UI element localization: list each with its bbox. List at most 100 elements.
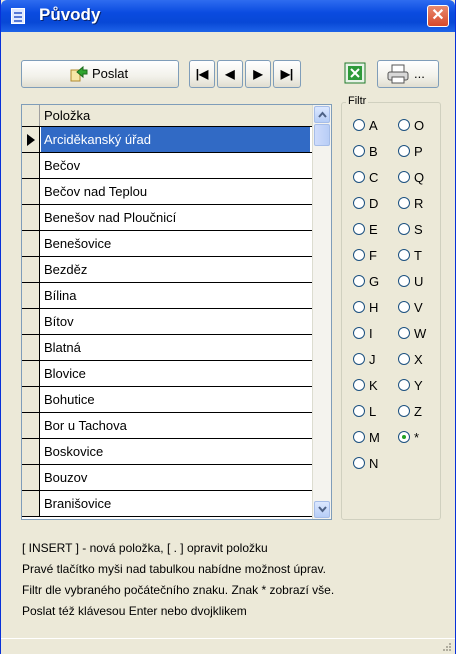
print-button[interactable]: ... [377, 60, 439, 88]
table-row[interactable]: Bílina [22, 283, 312, 309]
table-row[interactable]: Bítov [22, 309, 312, 335]
vertical-scrollbar[interactable] [312, 105, 331, 519]
item-name-cell[interactable]: Bílina [41, 283, 310, 308]
table-row[interactable]: Boskovice [22, 439, 312, 465]
radio-label: O [414, 118, 425, 133]
last-icon: ▶| [280, 67, 294, 81]
radio-circle[interactable] [353, 275, 365, 287]
item-name-cell[interactable]: Benešov nad Ploučnicí [41, 205, 310, 230]
row-indicator[interactable] [22, 231, 40, 256]
table-row[interactable]: Bohutice [22, 387, 312, 413]
radio-label: U [414, 274, 424, 289]
radio-circle[interactable] [398, 353, 410, 365]
radio-circle[interactable] [398, 119, 410, 131]
row-indicator[interactable] [22, 439, 40, 464]
table-row[interactable]: Bečov nad Teplou [22, 179, 312, 205]
radio-circle[interactable] [353, 171, 365, 183]
table-row[interactable]: Blatná [22, 335, 312, 361]
radio-circle[interactable] [398, 223, 410, 235]
row-indicator[interactable] [22, 465, 40, 490]
previous-record-button[interactable]: ◀ [217, 60, 243, 88]
next-record-button[interactable]: ▶ [245, 60, 271, 88]
item-name-cell[interactable]: Blovice [41, 361, 310, 386]
resize-grip-icon[interactable] [442, 642, 452, 652]
table-row[interactable]: Arciděkanský úřad [22, 127, 312, 153]
row-indicator[interactable] [22, 205, 40, 230]
radio-label: Y [414, 378, 423, 393]
radio-circle[interactable] [398, 275, 410, 287]
table-row[interactable]: Branišovice [22, 491, 312, 517]
row-indicator[interactable] [22, 179, 40, 204]
radio-circle[interactable] [353, 197, 365, 209]
radio-circle[interactable] [353, 145, 365, 157]
column-header-polozka[interactable]: Položka [44, 108, 90, 123]
row-indicator[interactable] [22, 283, 40, 308]
row-indicator[interactable] [22, 153, 40, 178]
row-indicator[interactable] [22, 491, 40, 516]
scroll-down-button[interactable] [314, 501, 330, 518]
item-name-cell[interactable]: Bor u Tachova [41, 413, 310, 438]
table-row[interactable]: Bečov [22, 153, 312, 179]
item-name-cell[interactable]: Blatná [41, 335, 310, 360]
print-options-label: ... [414, 66, 425, 81]
radio-circle[interactable] [398, 301, 410, 313]
item-name-cell[interactable]: Arciděkanský úřad [41, 127, 310, 152]
radio-circle[interactable] [398, 145, 410, 157]
excel-export-icon[interactable] [344, 62, 366, 84]
previous-icon: ◀ [225, 67, 235, 81]
table-row[interactable]: Blovice [22, 361, 312, 387]
radio-circle[interactable] [398, 405, 410, 417]
radio-label: * [414, 430, 420, 445]
radio-circle[interactable] [398, 379, 410, 391]
item-name-cell[interactable]: Branišovice [41, 491, 310, 516]
row-indicator[interactable] [22, 257, 40, 282]
item-name-cell[interactable]: Bohutice [41, 387, 310, 412]
item-name-cell[interactable]: Bečov [41, 153, 310, 178]
item-name-cell[interactable]: Bezděz [41, 257, 310, 282]
row-indicator[interactable] [22, 361, 40, 386]
radio-circle[interactable] [398, 171, 410, 183]
row-indicator[interactable] [22, 387, 40, 412]
send-button[interactable]: Poslat [21, 60, 179, 88]
item-name-cell[interactable]: Boskovice [41, 439, 310, 464]
table-row[interactable]: Benešovice [22, 231, 312, 257]
radio-circle[interactable] [353, 249, 365, 261]
row-pointer-icon[interactable] [22, 127, 40, 152]
radio-circle[interactable] [353, 301, 365, 313]
radio-circle[interactable] [353, 431, 365, 443]
first-record-button[interactable]: |◀ [189, 60, 215, 88]
radio-circle[interactable] [353, 327, 365, 339]
radio-circle[interactable] [353, 353, 365, 365]
radio-label: L [369, 404, 377, 419]
radio-circle[interactable] [353, 457, 365, 469]
last-record-button[interactable]: ▶| [273, 60, 301, 88]
item-name-cell[interactable]: Bouzov [41, 465, 310, 490]
close-button[interactable]: ✕ [427, 5, 449, 27]
radio-circle[interactable] [353, 223, 365, 235]
scroll-up-button[interactable] [314, 106, 330, 123]
table-row[interactable]: Bouzov [22, 465, 312, 491]
radio-circle[interactable] [353, 119, 365, 131]
radio-circle[interactable] [398, 197, 410, 209]
radio-circle[interactable] [353, 379, 365, 391]
row-indicator[interactable] [22, 309, 40, 334]
item-name-cell[interactable]: Benešovice [41, 231, 310, 256]
radio-circle[interactable] [398, 431, 410, 443]
radio-circle[interactable] [353, 405, 365, 417]
item-name-cell[interactable]: Bečov nad Teplou [41, 179, 310, 204]
radio-label: Q [414, 170, 425, 185]
table-row[interactable]: Bezděz [22, 257, 312, 283]
radio-label: G [369, 274, 380, 289]
items-table[interactable]: Položka Arciděkanský úřad Bečov Bečov nad … [21, 104, 332, 520]
radio-label: N [369, 456, 379, 471]
item-name-cell[interactable]: Bítov [41, 309, 310, 334]
radio-circle[interactable] [398, 327, 410, 339]
table-row[interactable]: Benešov nad Ploučnicí [22, 205, 312, 231]
title-bar[interactable]: Původy ✕ [1, 0, 455, 32]
status-bar [1, 638, 455, 654]
scroll-thumb[interactable] [314, 124, 330, 146]
radio-circle[interactable] [398, 249, 410, 261]
row-indicator[interactable] [22, 335, 40, 360]
table-row[interactable]: Bor u Tachova [22, 413, 312, 439]
row-indicator[interactable] [22, 413, 40, 438]
